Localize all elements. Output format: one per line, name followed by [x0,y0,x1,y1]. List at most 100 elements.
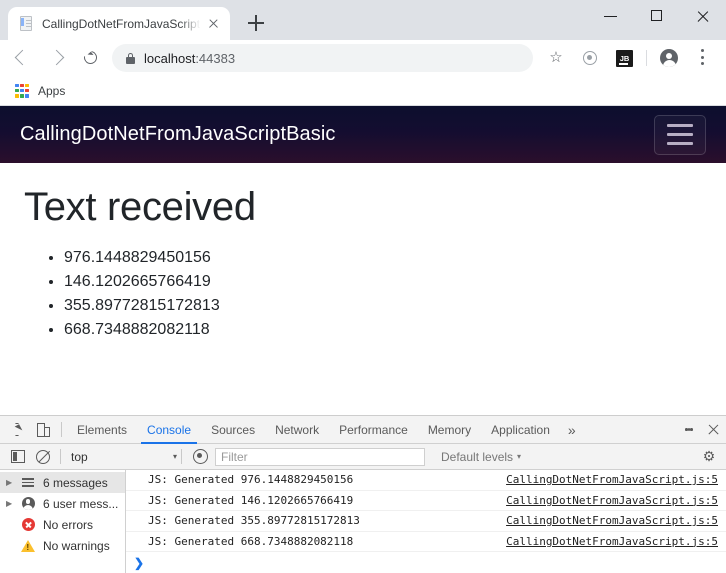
sidebar-item-label: No errors [43,517,94,532]
context-value: top [71,449,88,464]
tab-application[interactable]: Application [481,416,560,443]
toolbar-divider [646,50,647,66]
console-message-source-link[interactable]: CallingDotNetFromJavaScript.js:5 [506,494,718,507]
address-bar[interactable]: localhost:44383 [112,44,533,72]
new-tab-button[interactable] [242,9,270,37]
error-icon [18,518,38,531]
console-message-row[interactable]: JS: Generated 355.89772815172813 Calling… [126,511,726,532]
console-filter-bar: top ▾ Filter Default levels ▾ ⚙ [0,444,726,470]
browser-menu-button[interactable] [689,44,717,72]
filterbar-divider [181,449,182,464]
console-message-row[interactable]: JS: Generated 668.7348882082118 CallingD… [126,532,726,552]
chevron-down-icon: ▾ [172,452,177,461]
clear-console-icon[interactable] [36,449,50,464]
back-button[interactable] [9,44,37,72]
browser-tab[interactable]: CallingDotNetFromJavaScriptBas [8,7,230,40]
sidebar-item-errors[interactable]: No errors [0,514,125,535]
console-message-source-link[interactable]: CallingDotNetFromJavaScript.js:5 [506,535,718,548]
tab-elements[interactable]: Elements [67,416,137,443]
page-icon [18,15,34,32]
devtools-close-button[interactable] [700,423,726,436]
lock-icon [126,52,135,64]
chevron-right-icon[interactable]: ▶ [6,478,18,487]
console-message-row[interactable]: JS: Generated 976.1448829450156 CallingD… [126,470,726,491]
hamburger-icon-bar [667,142,693,145]
bookmark-item-apps[interactable]: Apps [10,80,73,102]
apps-label: Apps [38,83,66,98]
minimize-button[interactable] [588,0,634,32]
site-navbar: CallingDotNetFromJavaScriptBasic [0,106,726,163]
jetbrains-extension-button[interactable]: JB [610,44,638,72]
console-sidebar: ▶ 6 messages ▶ 6 user mess... No errors [0,470,126,573]
navbar-toggle-button[interactable] [654,114,706,155]
url-host: localhost [144,50,196,66]
chevron-right-icon[interactable]: ▶ [6,499,18,508]
jetbrains-icon: JB [616,50,633,67]
extension-button[interactable] [576,44,604,72]
tab-performance[interactable]: Performance [329,416,418,443]
page-viewport: CallingDotNetFromJavaScriptBasic Text re… [0,106,726,415]
prompt-caret-icon: ❯ [134,556,145,570]
filter-input[interactable]: Filter [215,447,425,466]
inspect-element-icon [10,423,24,436]
eye-icon[interactable] [193,449,208,464]
site-brand[interactable]: CallingDotNetFromJavaScriptBasic [20,123,336,146]
console-prompt[interactable]: ❯ [126,552,726,573]
chevron-down-icon: ▾ [517,452,522,461]
sidebar-item-user-messages[interactable]: ▶ 6 user mess... [0,493,125,514]
browser-toolbar: localhost:44383 ☆ JB [0,40,726,76]
tab-sources[interactable]: Sources [201,416,265,443]
log-levels-selector[interactable]: Default levels ▾ [441,450,521,464]
list-item: 668.7348882082118 [64,318,702,342]
console-message-row[interactable]: JS: Generated 146.1202665766419 CallingD… [126,491,726,511]
sidebar-item-warnings[interactable]: No warnings [0,535,125,556]
profile-button[interactable] [655,44,683,72]
received-values-list: 976.1448829450156 146.1202665766419 355.… [24,246,702,342]
page-content: Text received 976.1448829450156 146.1202… [0,163,726,342]
window-close-button[interactable] [680,0,726,32]
console-message-source-link[interactable]: CallingDotNetFromJavaScript.js:5 [506,514,718,527]
gear-icon[interactable]: ⚙ [698,448,720,465]
console-message-text: JS: Generated 146.1202665766419 [148,493,354,507]
list-icon [18,478,38,487]
extension-circle-icon [583,51,597,65]
device-toolbar-button[interactable] [30,416,56,443]
user-icon [18,497,38,510]
console-message-text: JS: Generated 355.89772815172813 [148,514,360,528]
list-item: 976.1448829450156 [64,246,702,270]
list-item: 355.89772815172813 [64,294,702,318]
browser-window: CallingDotNetFromJavaScriptBas localhost… [0,0,726,573]
devtools-tabbar-right [667,416,726,443]
device-toolbar-icon [36,422,50,437]
context-selector[interactable]: top ▾ [65,450,177,464]
hamburger-icon-bar [667,133,693,136]
tab-memory[interactable]: Memory [418,416,481,443]
log-levels-label: Default levels [441,449,514,464]
more-tabs-button[interactable]: » [560,416,584,443]
reload-button[interactable] [77,44,105,72]
sidebar-item-label: 6 messages [43,475,108,490]
console-sidebar-icon[interactable] [11,450,25,463]
tab-network[interactable]: Network [265,416,329,443]
maximize-button[interactable] [634,0,680,32]
forward-button[interactable] [43,44,71,72]
hamburger-icon-bar [667,124,693,127]
sidebar-item-label: 6 user mess... [43,496,119,511]
filterbar-divider [60,449,61,464]
devtools-menu-button[interactable] [678,416,700,443]
inspect-element-button[interactable] [4,416,30,443]
apps-grid-icon [14,83,30,99]
tab-console[interactable]: Console [137,416,201,444]
console-message-text: JS: Generated 976.1448829450156 [148,473,354,487]
url-port: :44383 [195,50,236,66]
console-message-source-link[interactable]: CallingDotNetFromJavaScript.js:5 [506,473,718,486]
url-text: localhost:44383 [144,51,235,66]
star-icon: ☆ [549,49,563,66]
tab-strip: CallingDotNetFromJavaScriptBas [0,0,726,40]
console-message-text: JS: Generated 668.7348882082118 [148,534,354,548]
tab-close-icon[interactable] [204,15,222,33]
bookmark-button[interactable]: ☆ [542,44,570,72]
kebab-menu-icon [701,49,704,67]
sidebar-item-messages[interactable]: ▶ 6 messages [0,472,125,493]
avatar-icon [660,49,678,67]
